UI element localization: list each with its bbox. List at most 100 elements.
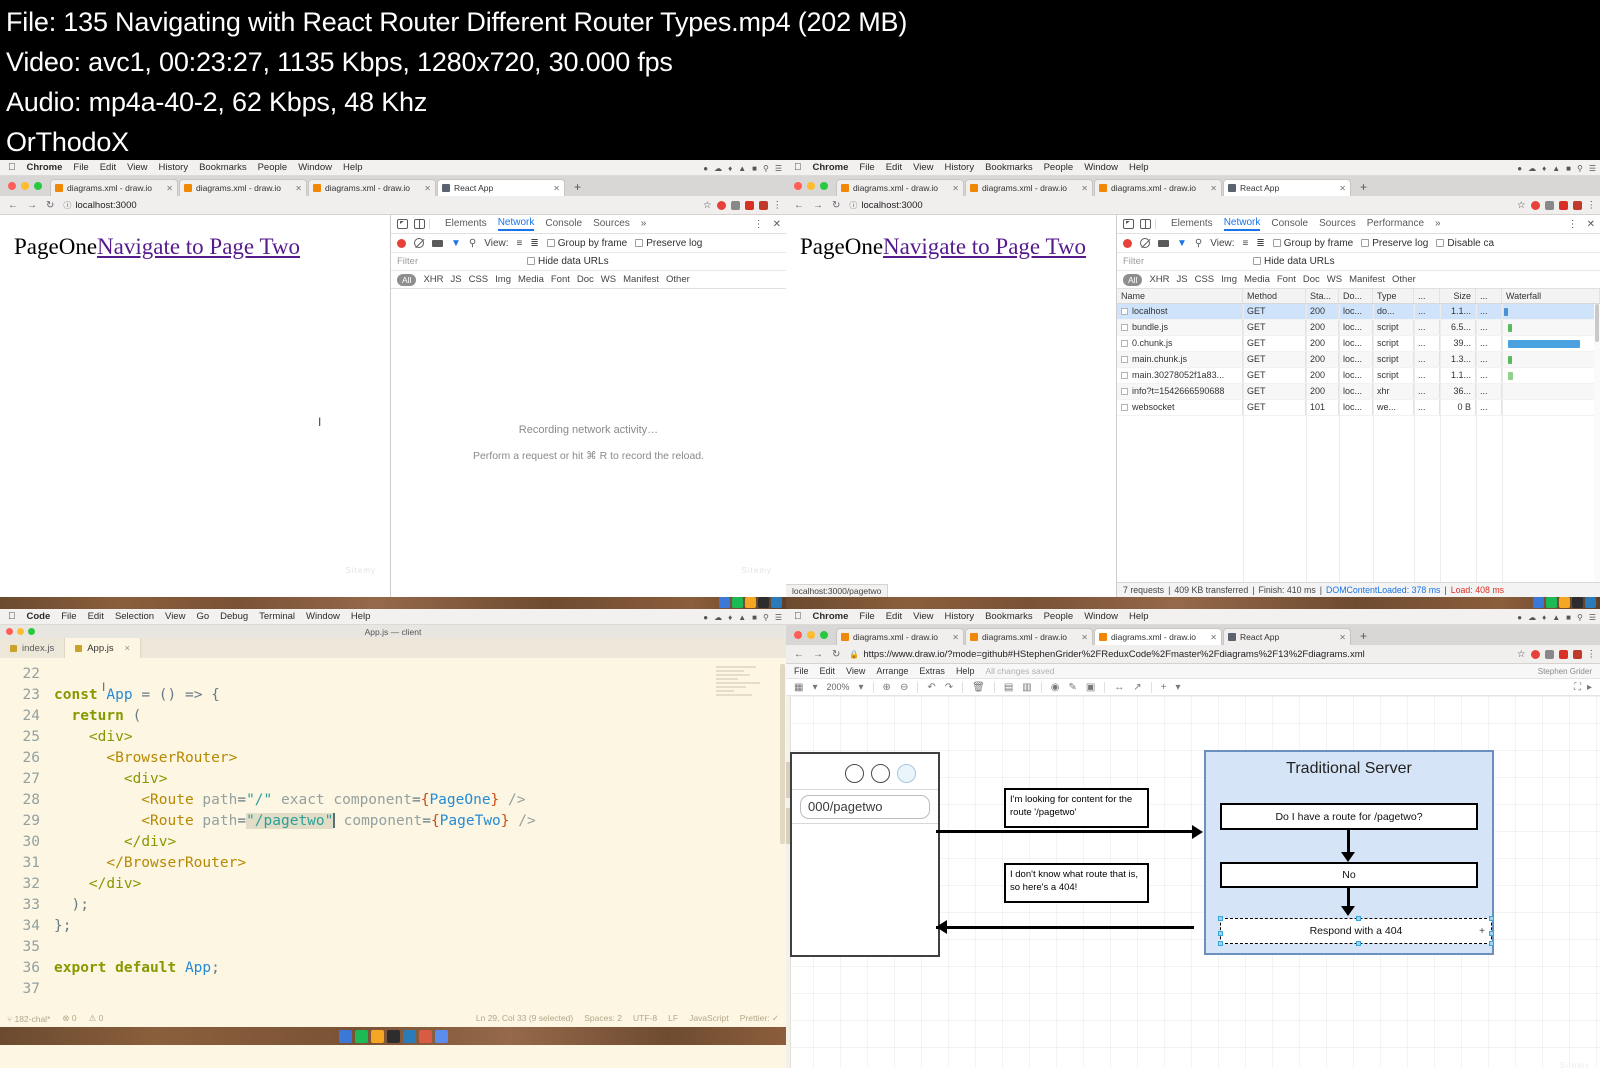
new-tab-button[interactable]: + — [1352, 628, 1375, 645]
fullscreen-icon[interactable]: ⛶ — [1574, 682, 1581, 693]
bluetooth-icon[interactable]: ♦ — [728, 613, 732, 622]
address-bar[interactable]: 🔒 https://www.draw.io/?mode=github#HStep… — [849, 649, 1364, 660]
type-filter-ws[interactable]: WS — [601, 274, 616, 285]
type-filter-xhr[interactable]: XHR — [1149, 274, 1169, 285]
inspect-element-icon[interactable] — [1123, 219, 1134, 229]
dock-terminal-icon[interactable] — [386, 1029, 400, 1043]
insert-icon[interactable]: + — [1161, 682, 1167, 693]
wifi-icon[interactable]: ▲ — [738, 613, 746, 622]
filter-input[interactable]: Filter — [1123, 256, 1243, 267]
menu-view[interactable]: View — [913, 611, 933, 622]
editor-tab-index-js[interactable]: index.js — [0, 638, 66, 658]
battery-icon[interactable]: ■ — [1566, 164, 1571, 173]
menu-window[interactable]: Window — [298, 162, 332, 173]
bookmark-star-icon[interactable]: ☆ — [1517, 200, 1526, 211]
menu-view[interactable]: View — [127, 162, 147, 173]
waypoints-icon[interactable]: ↗ — [1133, 682, 1141, 693]
user-name-label[interactable]: Stephen Grider — [1538, 667, 1592, 676]
col-size[interactable]: Size — [1440, 289, 1476, 303]
hide-data-urls-checkbox[interactable]: Hide data URLs — [1253, 256, 1335, 267]
search-icon[interactable]: ⚲ — [763, 164, 769, 173]
type-filter-doc[interactable]: Doc — [577, 274, 594, 285]
menu-bookmarks[interactable]: Bookmarks — [199, 162, 247, 173]
to-front-icon[interactable]: ▤ — [1004, 682, 1013, 693]
close-tab-icon[interactable]: ✕ — [553, 184, 560, 193]
menu-help[interactable]: Help — [1129, 611, 1149, 622]
table-row[interactable]: main.chunk.js GET 200 loc... script... 1.3...… — [1117, 352, 1600, 368]
control-center-icon[interactable]: ☰ — [775, 613, 782, 622]
wifi-icon[interactable]: ▲ — [1552, 164, 1560, 173]
language-mode-status[interactable]: JavaScript — [689, 1013, 729, 1024]
shadow-icon[interactable]: ▣ — [1086, 682, 1095, 693]
chrome-menu-icon[interactable]: ⋮ — [773, 200, 783, 211]
callout-request[interactable]: I'm looking for content for the route '/… — [1004, 788, 1149, 828]
network-scrollbar[interactable] — [1594, 304, 1600, 582]
prettier-status[interactable]: Prettier: ✓ — [740, 1013, 779, 1024]
type-filter-js[interactable]: JS — [1177, 274, 1188, 285]
type-filter-other[interactable]: Other — [666, 274, 690, 285]
row-checkbox[interactable] — [1121, 404, 1128, 411]
close-tab-icon[interactable]: ✕ — [166, 184, 173, 193]
address-bar[interactable]: ⓘ localhost:3000 — [849, 200, 922, 211]
menu-people[interactable]: People — [1044, 611, 1074, 622]
apple-menu-icon[interactable]:  — [794, 611, 802, 622]
server-step-respond-404[interactable]: Respond with a 404 + — [1218, 916, 1494, 946]
table-row[interactable]: localhost GET 200 loc... do...... 1.1...... — [1117, 304, 1600, 320]
menu-window[interactable]: Window — [306, 611, 340, 622]
filter-input[interactable]: Filter — [397, 256, 517, 267]
minimap[interactable] — [716, 666, 772, 726]
close-window-button[interactable] — [8, 182, 16, 190]
browser-mockup-shape[interactable]: 000/pagetwo — [790, 752, 940, 957]
bookmark-star-icon[interactable]: ☆ — [703, 200, 712, 211]
drawio-menu-extras[interactable]: Extras — [919, 666, 945, 676]
drawio-menu-arrange[interactable]: Arrange — [876, 666, 908, 676]
browser-tab[interactable]: diagrams.xml - draw.io ✕ — [836, 179, 964, 196]
cloud-icon[interactable]: ☁ — [714, 164, 722, 173]
navigate-link[interactable]: Navigate to Page Two — [97, 234, 300, 259]
errors-status[interactable]: ⊗ 0 — [62, 1013, 76, 1024]
new-tab-button[interactable]: + — [1352, 179, 1375, 196]
forward-icon[interactable]: → — [27, 200, 37, 211]
menu-terminal[interactable]: Terminal — [259, 611, 295, 622]
col-type[interactable]: Type — [1373, 289, 1414, 303]
inspect-element-icon[interactable] — [397, 219, 408, 229]
zoom-in-icon[interactable]: ⊕ — [883, 682, 891, 693]
menu-file[interactable]: File — [859, 611, 874, 622]
chevron-down-icon[interactable]: ▾ — [1176, 682, 1181, 693]
menu-chrome[interactable]: Chrome — [813, 162, 849, 173]
browser-tab[interactable]: diagrams.xml - draw.io ✕ — [965, 628, 1093, 645]
menu-edit[interactable]: Edit — [886, 611, 902, 622]
extension-icon[interactable] — [1558, 200, 1568, 210]
dock-chrome-icon[interactable] — [1559, 597, 1570, 608]
code-line[interactable]: 29 <Route path="/pagetwo" component={Pag… — [0, 811, 786, 832]
bluetooth-icon[interactable]: ♦ — [1542, 613, 1546, 622]
dock-spotify-icon[interactable] — [1546, 597, 1557, 608]
encoding-status[interactable]: UTF-8 — [633, 1013, 657, 1024]
clear-icon[interactable] — [414, 238, 424, 248]
close-tab-icon[interactable]: ✕ — [1339, 184, 1346, 193]
server-step-no[interactable]: No — [1220, 862, 1478, 888]
tab-console[interactable]: Console — [1271, 218, 1308, 230]
menu-window[interactable]: Window — [1084, 162, 1118, 173]
menu-history[interactable]: History — [945, 611, 975, 622]
menu-help[interactable]: Help — [1129, 162, 1149, 173]
device-toolbar-icon[interactable] — [414, 219, 425, 229]
tab-overflow[interactable]: » — [641, 218, 647, 230]
devtools-menu-icon[interactable]: ⋮ — [754, 219, 764, 230]
chevron-down-icon[interactable]: ▾ — [812, 682, 817, 693]
wifi-icon[interactable]: ▲ — [1552, 613, 1560, 622]
extension-icon[interactable] — [730, 200, 740, 210]
git-branch-status[interactable]: ⑂ 182-chal* — [7, 1014, 50, 1024]
server-step-route-check[interactable]: Do I have a route for /pagetwo? — [1220, 803, 1478, 830]
bluetooth-icon[interactable]: ♦ — [1542, 164, 1546, 173]
delete-icon[interactable]: 🗑 — [972, 682, 985, 693]
type-filter-css[interactable]: CSS — [1195, 274, 1215, 285]
group-by-frame-checkbox[interactable]: Group by frame — [1272, 238, 1353, 249]
opera-extension-icon[interactable] — [716, 200, 726, 210]
cloud-icon[interactable]: ☁ — [714, 613, 722, 622]
code-line[interactable]: 28 <Route path="/" exact component={Page… — [0, 790, 786, 811]
dock-vscode-icon[interactable] — [771, 597, 782, 608]
close-tab-icon[interactable]: ✕ — [1339, 633, 1346, 642]
col-time[interactable]: ... — [1476, 289, 1502, 303]
zoom-level-label[interactable]: 200% — [826, 682, 849, 692]
